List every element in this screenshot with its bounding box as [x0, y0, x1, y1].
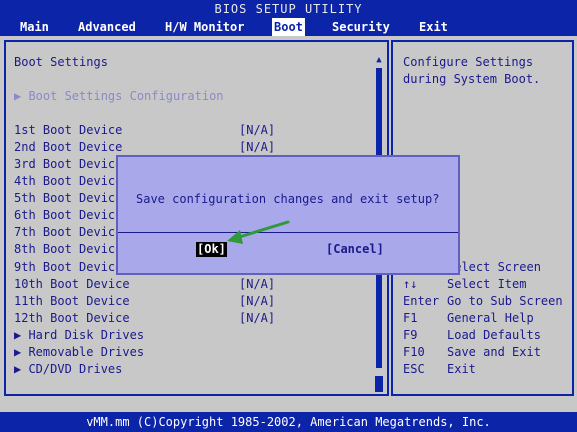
dialog-message: Save configuration changes and exit setu…	[136, 192, 440, 206]
menu-exit[interactable]: Exit	[417, 18, 450, 36]
menu-boot[interactable]: Boot	[272, 18, 305, 36]
submenu-arrow-icon: ▶	[14, 89, 29, 103]
menu-advanced[interactable]: Advanced	[76, 18, 138, 36]
help-key-row: Enter Go to Sub Screen	[403, 294, 563, 308]
help-text-line: Configure Settings	[403, 55, 534, 69]
copyright-text: vMM.mm (C)Copyright 1985-2002, American …	[86, 415, 491, 429]
menu-hw-monitor[interactable]: H/W Monitor	[163, 18, 246, 36]
removable-drives-item[interactable]: ▶ Removable Drives	[14, 345, 144, 360]
bios-title-bar: BIOS SETUP UTILITY	[0, 0, 577, 18]
cd-dvd-drives-item[interactable]: ▶ CD/DVD Drives	[14, 362, 122, 377]
cancel-button[interactable]: [Cancel]	[326, 242, 384, 257]
boot-device-row[interactable]: 2nd Boot Device [N/A]	[14, 140, 354, 155]
submenu-arrow-icon: ▶	[14, 328, 29, 342]
up-down-arrows-icon: ↑↓	[403, 277, 418, 291]
boot-device-row[interactable]: 11th Boot Device [N/A]	[14, 294, 354, 309]
menu-main[interactable]: Main	[18, 18, 51, 36]
boot-device-row[interactable]: 1st Boot Device [N/A]	[14, 123, 354, 138]
help-key-row: ↑↓ Select Item	[403, 277, 527, 291]
help-key-row: F1 General Help	[403, 311, 534, 325]
copyright-footer: vMM.mm (C)Copyright 1985-2002, American …	[0, 412, 577, 432]
submenu-arrow-icon: ▶	[14, 362, 29, 376]
hard-disk-drives-item[interactable]: ▶ Hard Disk Drives	[14, 328, 144, 343]
help-key-row: F9 Load Defaults	[403, 328, 541, 342]
submenu-arrow-icon: ▶	[14, 345, 29, 359]
boot-settings-heading: Boot Settings	[14, 55, 108, 69]
help-key-row: ESC Exit	[403, 362, 476, 376]
submenu-label: Boot Settings Configuration	[28, 89, 224, 103]
help-text-line: during System Boot.	[403, 72, 541, 86]
bios-title: BIOS SETUP UTILITY	[214, 2, 363, 16]
menu-security[interactable]: Security	[330, 18, 392, 36]
menu-bar: Main Advanced H/W Monitor Boot Security …	[0, 18, 577, 36]
save-exit-dialog: Save configuration changes and exit setu…	[116, 155, 460, 275]
dialog-divider	[118, 232, 458, 233]
scroll-down-arrow-icon[interactable]: ▼	[374, 381, 384, 391]
boot-settings-config-item[interactable]: ▶ Boot Settings Configuration	[14, 89, 224, 104]
boot-device-row[interactable]: 10th Boot Device [N/A]	[14, 277, 354, 292]
boot-device-row[interactable]: 12th Boot Device [N/A]	[14, 311, 354, 326]
ok-button[interactable]: [Ok]	[196, 242, 227, 257]
scroll-up-arrow-icon[interactable]: ▲	[374, 55, 384, 65]
help-key-row: F10 Save and Exit	[403, 345, 541, 359]
